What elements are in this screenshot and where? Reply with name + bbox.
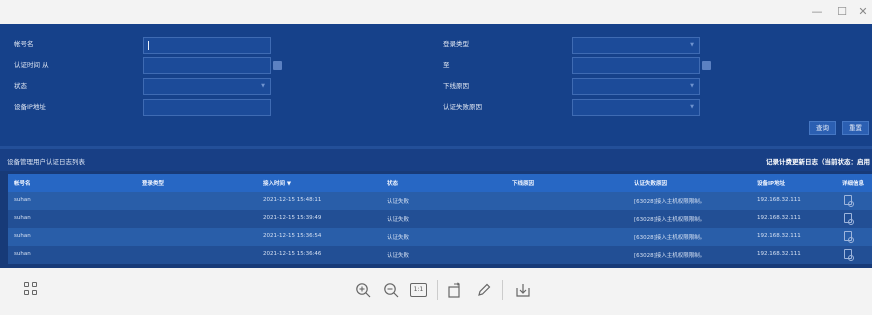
grid-icon[interactable] (24, 282, 38, 296)
maximize-button[interactable]: ☐ (833, 4, 851, 20)
auth-time-to-input[interactable] (572, 57, 711, 74)
chevron-down-icon: ▼ (690, 104, 694, 110)
device-ip-input[interactable] (143, 99, 271, 116)
zoom-out-icon[interactable] (383, 282, 399, 298)
cell-fail-reason: [63028]接入主机权限限制。 (634, 199, 706, 205)
column-header-login-type[interactable]: 登录类型 (142, 179, 164, 187)
cell-status: 认证失败 (387, 217, 410, 223)
login-type-select[interactable]: ▼ (572, 37, 700, 54)
title-bar: — ☐ ✕ (0, 0, 872, 24)
table-row[interactable]: suhan 2021-12-15 15:36:54 认证失败 [63028]接入… (8, 228, 872, 246)
account-label: 帐号名 (14, 40, 34, 48)
cell-status: 认证失败 (387, 253, 410, 259)
column-header-account[interactable]: 帐号名 (14, 179, 31, 187)
auth-time-from-input[interactable] (143, 57, 282, 74)
column-header-access-time[interactable]: 接入时间 ▼ (263, 179, 291, 187)
accounting-log-status[interactable]: 记录计费更新日志（当前状态：启用 (766, 156, 870, 166)
cell-fail-reason: [63028]接入主机权限限制。 (634, 235, 706, 241)
column-header-status[interactable]: 状态 (387, 179, 398, 187)
cell-status: 认证失败 (387, 199, 410, 205)
auth-time-from-label: 认证时间 从 (14, 61, 49, 69)
column-header-fail-reason[interactable]: 认证失败原因 (634, 179, 667, 187)
cell-account: suhan (14, 233, 31, 239)
search-button[interactable]: 查询 (809, 121, 836, 135)
table-row[interactable]: suhan 2021-12-15 15:48:11 认证失败 [63028]接入… (8, 192, 872, 210)
cell-access-time: 2021-12-15 15:48:11 (263, 197, 322, 203)
cell-status: 认证失败 (387, 235, 410, 241)
cell-access-time: 2021-12-15 15:36:54 (263, 233, 322, 239)
cell-access-time: 2021-12-15 15:39:49 (263, 215, 322, 221)
table-row[interactable]: suhan 2021-12-15 15:39:49 认证失败 [63028]接入… (8, 210, 872, 228)
details-icon[interactable] (844, 231, 854, 243)
rotate-icon[interactable] (447, 282, 463, 298)
toolbar-divider (437, 280, 438, 300)
column-header-details[interactable]: 详细信息 (842, 179, 864, 187)
chevron-down-icon: ▼ (690, 42, 694, 48)
download-icon[interactable] (515, 282, 531, 298)
edit-icon[interactable] (476, 282, 492, 298)
cell-device-ip: 192.168.32.111 (757, 215, 801, 221)
status-label: 状态 (14, 82, 27, 90)
device-ip-label: 设备IP地址 (14, 103, 46, 111)
actual-size-icon[interactable]: 1:1 (410, 283, 427, 297)
chevron-down-icon: ▼ (690, 83, 694, 89)
cell-device-ip: 192.168.32.111 (757, 197, 801, 203)
status-select[interactable]: ▼ (143, 78, 271, 95)
list-header: 设备管理用户认证日志列表 记录计费更新日志（当前状态：启用 (0, 149, 872, 171)
auth-fail-reason-select[interactable]: ▼ (572, 99, 700, 116)
toolbar-divider (502, 280, 503, 300)
cell-fail-reason: [63028]接入主机权限限制。 (634, 217, 706, 223)
details-icon[interactable] (844, 195, 854, 207)
calendar-icon[interactable] (702, 61, 711, 70)
cell-fail-reason: [63028]接入主机权限限制。 (634, 253, 706, 259)
cell-account: suhan (14, 197, 31, 203)
details-icon[interactable] (844, 249, 854, 261)
column-header-offline-reason[interactable]: 下线原因 (512, 179, 534, 187)
minimize-button[interactable]: — (808, 4, 826, 20)
calendar-icon[interactable] (273, 61, 282, 70)
list-title: 设备管理用户认证日志列表 (7, 158, 85, 166)
account-input[interactable] (143, 37, 271, 54)
zoom-in-icon[interactable] (355, 282, 371, 298)
viewer-toolbar: 1:1 (0, 268, 872, 315)
column-header-device-ip[interactable]: 设备IP地址 (757, 179, 785, 187)
table-header-row: 帐号名 登录类型 接入时间 ▼ 状态 下线原因 认证失败原因 设备IP地址 详细… (8, 174, 872, 192)
cell-account: suhan (14, 251, 31, 257)
cell-account: suhan (14, 215, 31, 221)
image-viewer-window: — ☐ ✕ 帐号名 认证时间 从 状态 ▼ 设备IP地址 登录类型 ▼ 至 下线… (0, 0, 872, 315)
to-label: 至 (443, 61, 450, 69)
offline-reason-select[interactable]: ▼ (572, 78, 700, 95)
details-icon[interactable] (844, 213, 854, 225)
close-button[interactable]: ✕ (854, 4, 872, 20)
cell-access-time: 2021-12-15 15:36:46 (263, 251, 322, 257)
cell-device-ip: 192.168.32.111 (757, 251, 801, 257)
offline-reason-label: 下线原因 (443, 82, 469, 90)
chevron-down-icon: ▼ (261, 83, 265, 89)
auth-fail-reason-label: 认证失败原因 (443, 103, 482, 111)
cell-device-ip: 192.168.32.111 (757, 233, 801, 239)
login-type-label: 登录类型 (443, 40, 469, 48)
table-row[interactable]: suhan 2021-12-15 15:36:46 认证失败 [63028]接入… (8, 246, 872, 264)
search-form: 帐号名 认证时间 从 状态 ▼ 设备IP地址 登录类型 ▼ 至 下线原因 ▼ 认… (0, 24, 872, 146)
reset-button[interactable]: 重置 (842, 121, 869, 135)
